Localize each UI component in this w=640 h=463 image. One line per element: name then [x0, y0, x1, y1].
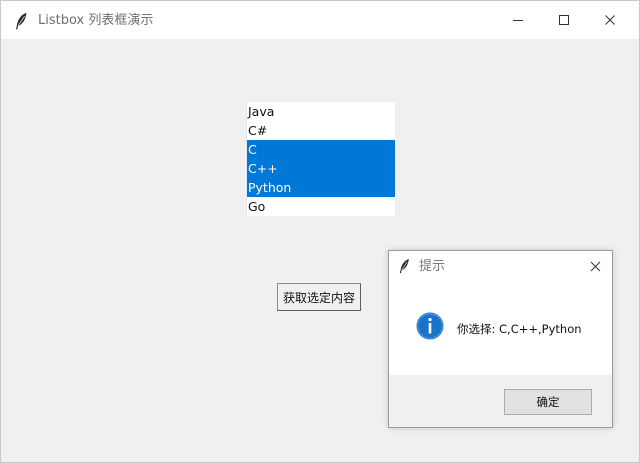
minimize-button[interactable]	[495, 1, 541, 39]
list-item[interactable]: Python	[247, 178, 395, 197]
list-item[interactable]: C	[247, 140, 395, 159]
feather-icon	[16, 12, 27, 30]
close-icon	[590, 261, 600, 271]
maximize-icon	[559, 15, 569, 25]
list-item[interactable]: Java	[247, 102, 395, 121]
dialog-message: 你选择: C,C++,Python	[457, 322, 582, 336]
feather-icon	[399, 258, 409, 274]
title-bar[interactable]: Listbox 列表框演示	[1, 1, 639, 39]
close-button[interactable]	[587, 1, 633, 39]
minimize-icon	[513, 20, 523, 21]
close-icon	[605, 15, 615, 25]
message-dialog: 提示 你选择: C,C++,Python 确定	[388, 250, 613, 428]
ok-button[interactable]: 确定	[504, 389, 592, 415]
list-item[interactable]: C++	[247, 159, 395, 178]
dialog-footer: 确定	[389, 375, 612, 427]
get-selection-button[interactable]: 获取选定内容	[277, 283, 361, 311]
dialog-body: 你选择: C,C++,Python	[389, 281, 612, 375]
list-item[interactable]: C#	[247, 121, 395, 140]
dialog-close-button[interactable]	[587, 258, 603, 274]
maximize-button[interactable]	[541, 1, 587, 39]
dialog-title-bar[interactable]: 提示	[389, 251, 612, 281]
dialog-title: 提示	[419, 259, 446, 274]
window-title: Listbox 列表框演示	[38, 13, 154, 28]
language-listbox[interactable]: Java C# C C++ Python Go	[246, 102, 395, 216]
list-item[interactable]: Go	[247, 197, 395, 216]
info-icon	[416, 312, 444, 340]
